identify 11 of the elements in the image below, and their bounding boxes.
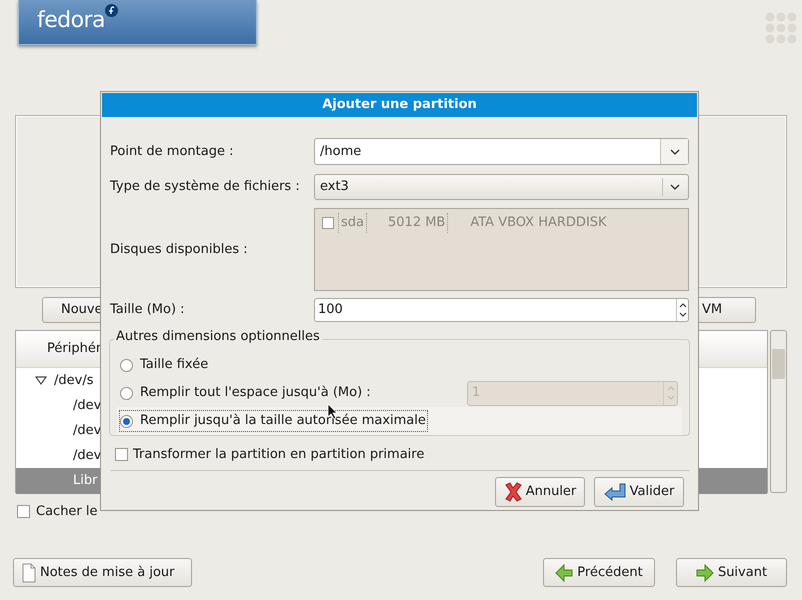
table-cell: 5012 MB <box>388 213 448 233</box>
checkbox-label: Cacher le <box>36 503 98 521</box>
field-label: Point de montage : <box>110 142 234 161</box>
logo-text: fedora <box>37 10 105 32</box>
field-label: Disques disponibles : <box>110 240 249 259</box>
table-cell-text: ATA VBOX HARDDISK <box>470 214 607 232</box>
group-legend: Autres dimensions optionnelles <box>114 329 322 345</box>
table-cell: sda <box>338 213 367 233</box>
checkbox-label: Transformer la partition en partition primaire <box>133 446 424 464</box>
field-label: Type de système de fichiers : <box>110 178 301 196</box>
dialog-title: Ajouter une partition <box>322 96 477 114</box>
